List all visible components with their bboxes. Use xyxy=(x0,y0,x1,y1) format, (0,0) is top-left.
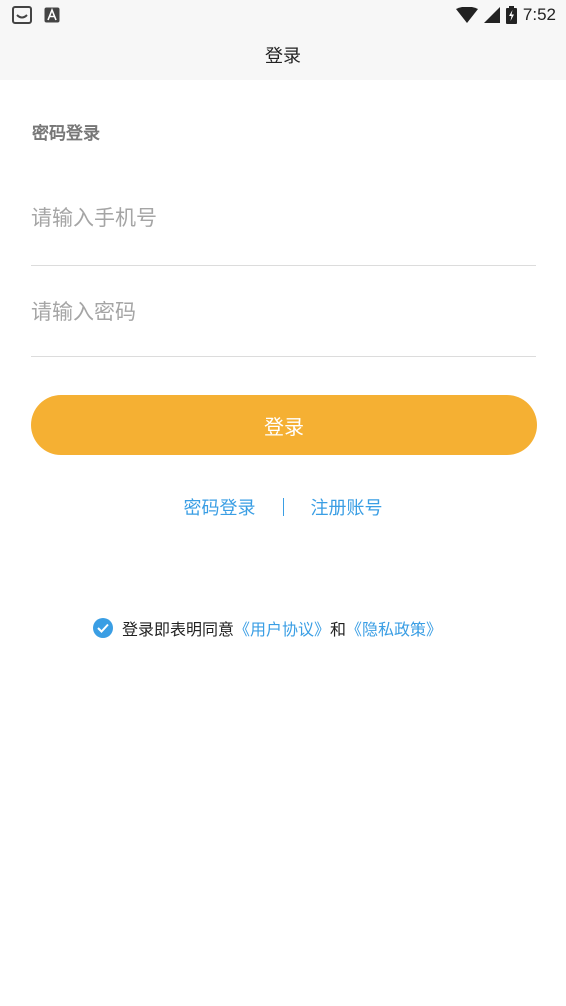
status-time: 7:52 xyxy=(522,5,556,24)
app-a-icon xyxy=(44,7,60,23)
agreement-row: 登录即表明同意 《用户协议》 和 《隐私政策》 xyxy=(93,616,442,640)
register-link[interactable]: 注册账号 xyxy=(311,494,383,520)
agreement-prefix: 登录即表明同意 xyxy=(122,620,235,639)
user-agreement-link[interactable]: 《用户协议》 xyxy=(234,616,330,640)
cell-signal-icon xyxy=(483,7,500,23)
status-left-icons xyxy=(12,6,60,24)
password-input[interactable] xyxy=(31,290,536,334)
title-bar: 登录 xyxy=(0,30,566,80)
login-button[interactable]: 登录 xyxy=(31,395,537,455)
privacy-policy-link[interactable]: 《隐私政策》 xyxy=(346,616,442,640)
status-bar: 7:52 xyxy=(0,0,566,30)
notification-tray-icon xyxy=(12,6,32,24)
status-right-icons: 7:52 xyxy=(455,5,556,25)
battery-charging-icon xyxy=(505,6,517,24)
auth-links: 密码登录 注册账号 xyxy=(0,494,566,520)
check-icon xyxy=(97,623,109,633)
password-field xyxy=(31,290,536,357)
agreement-conjunction: 和 xyxy=(330,620,347,639)
section-title: 密码登录 xyxy=(32,124,100,144)
phone-input[interactable] xyxy=(31,196,536,240)
phone-field xyxy=(31,196,536,266)
password-login-link[interactable]: 密码登录 xyxy=(184,494,256,520)
link-divider xyxy=(282,498,284,516)
agreement-checkbox[interactable] xyxy=(93,618,113,638)
page-title: 登录 xyxy=(265,46,301,67)
wifi-icon xyxy=(455,7,478,23)
